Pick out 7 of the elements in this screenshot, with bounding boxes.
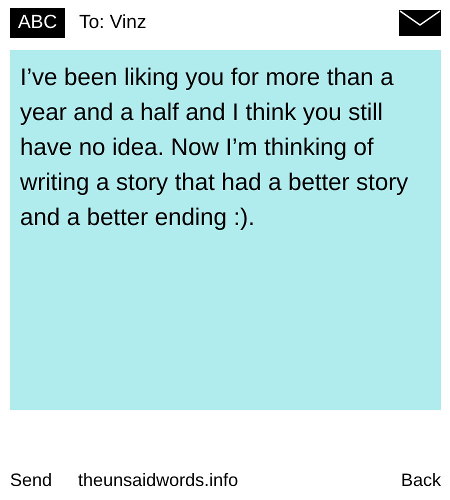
envelope-icon xyxy=(399,10,441,36)
back-button[interactable]: Back xyxy=(400,470,441,491)
input-mode-indicator: ABC xyxy=(10,8,66,38)
send-button[interactable]: Send xyxy=(10,470,52,491)
recipient-label: To: Vinz xyxy=(79,12,146,34)
website-label: theunsaidwords.info xyxy=(78,470,238,491)
message-field[interactable]: I’ve been liking you for more than a year and a half and I think you still have no idea. Now I’m thinking of writing a story that had a better story and a better ending :). xyxy=(10,50,441,410)
